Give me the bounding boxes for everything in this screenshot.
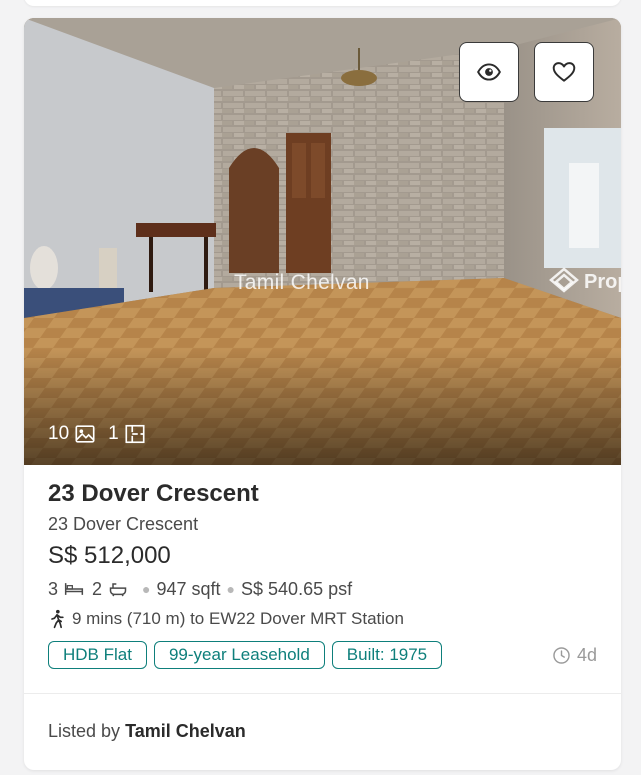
- tag-property-type: HDB Flat: [48, 641, 147, 669]
- tag-tenure: 99-year Leasehold: [153, 641, 325, 669]
- view-photos-button[interactable]: [459, 42, 519, 102]
- bed-icon: [64, 583, 84, 595]
- card-divider: [24, 693, 621, 694]
- price-per-sqft: S$ 540.65 psf: [241, 579, 353, 599]
- listing-address: 23 Dover Crescent: [48, 514, 199, 534]
- floor-area: 947 sqft: [156, 579, 221, 599]
- mrt-distance-text: 9 mins (710 m) to EW22 Dover MRT Station: [72, 609, 404, 628]
- bed-count: 3: [48, 579, 59, 599]
- tag-built-year: Built: 1975: [331, 641, 443, 669]
- listing-card[interactable]: Tamil Chelvan Prop 10: [24, 18, 621, 770]
- photo-watermark-name: Tamil Chelvan: [234, 271, 370, 294]
- agent-name[interactable]: Tamil Chelvan: [125, 721, 246, 741]
- listing-price: S$ 512,000: [48, 542, 171, 569]
- watermark-brand-text: Prop: [584, 270, 621, 293]
- floorplan-count-group: 1: [108, 423, 146, 445]
- previous-card-edge: [24, 0, 621, 6]
- media-counts: 10 1: [48, 423, 158, 445]
- mrt-distance: 9 mins (710 m) to EW22 Dover MRT Station: [48, 608, 597, 630]
- image-count: 10: [48, 423, 70, 444]
- listing-info: 23 Dover Crescent 23 Dover Crescent S$ 5…: [24, 465, 621, 669]
- listing-title[interactable]: 23 Dover Crescent: [48, 479, 597, 509]
- listed-by: Listed by Tamil Chelvan: [48, 721, 246, 742]
- eye-icon: [477, 63, 501, 81]
- bath-icon: [109, 583, 127, 597]
- propertyguru-logo-icon: [549, 267, 579, 293]
- image-count-group: 10: [48, 423, 96, 445]
- listing-photo[interactable]: Tamil Chelvan Prop 10: [24, 18, 621, 465]
- listing-age-text: 4d: [576, 644, 597, 665]
- clock-icon: [553, 646, 570, 664]
- photo-watermark-logo: Prop: [548, 266, 621, 298]
- listing-age: 4d: [552, 645, 597, 666]
- floorplan-icon: [125, 424, 145, 444]
- separator-dot: ●: [226, 581, 236, 597]
- walking-icon: [51, 609, 64, 629]
- listed-by-prefix: Listed by: [48, 721, 121, 741]
- listing-tags: HDB Flat 99-year Leasehold Built: 1975 4…: [48, 641, 597, 669]
- separator-dot: ●: [142, 581, 151, 597]
- image-icon: [75, 425, 95, 443]
- heart-icon: [552, 62, 576, 82]
- floorplan-count: 1: [108, 423, 119, 444]
- listing-specs: 3 2 ● 947 sqft ● S$ 540.65 psf: [48, 578, 597, 600]
- room-photo: [24, 18, 621, 465]
- favorite-button[interactable]: [534, 42, 594, 102]
- bath-count: 2: [92, 579, 103, 599]
